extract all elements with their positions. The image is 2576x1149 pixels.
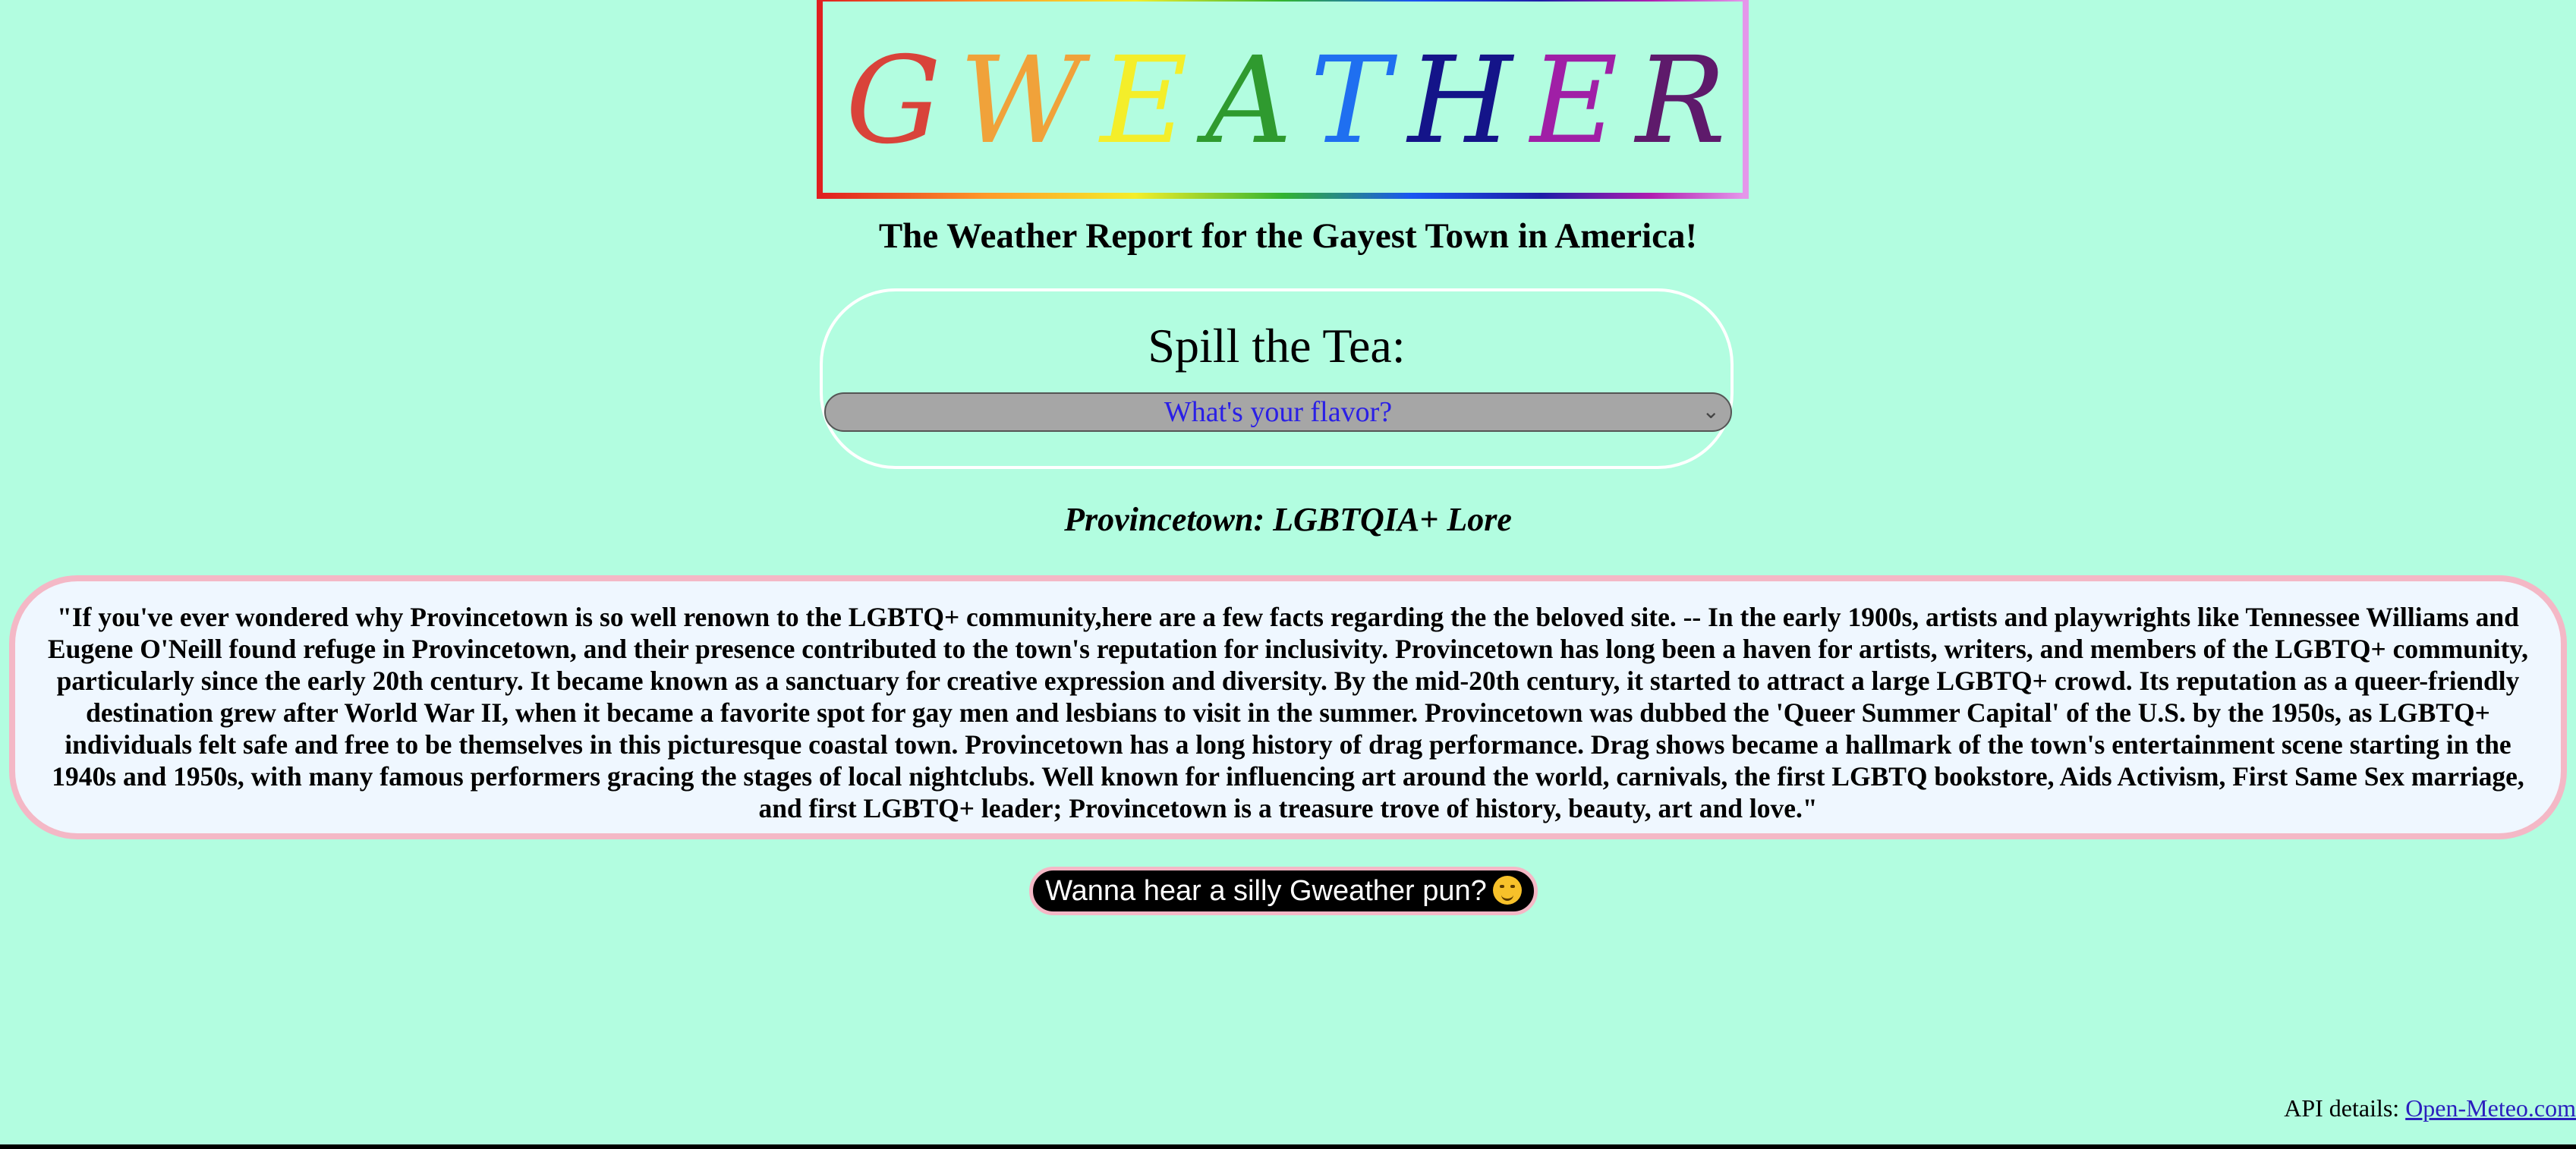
pun-button[interactable]: Wanna hear a silly Gweather pun?	[1029, 867, 1538, 915]
logo-banner: G W E A T H E R	[817, 0, 1749, 199]
flavor-select[interactable]: What's your flavor? ⌄	[824, 392, 1732, 432]
logo-letter: G	[846, 31, 942, 171]
pun-button-label: Wanna hear a silly Gweather pun?	[1045, 875, 1487, 907]
logo-letter: T	[1310, 31, 1390, 171]
logo-letter: E	[1530, 31, 1618, 171]
api-label: API details:	[2284, 1094, 2406, 1122]
logo-letter: E	[1100, 31, 1188, 171]
shushing-face-emoji-icon	[1492, 876, 1522, 905]
logo-letter: A	[1205, 31, 1293, 171]
page-tagline: The Weather Report for the Gayest Town i…	[878, 216, 1698, 256]
logo-letter: R	[1636, 31, 1726, 171]
lore-title: Provincetown: LGBTQIA+ Lore	[1064, 501, 1512, 538]
flavor-panel: Spill the Tea: What's your flavor? ⌄	[820, 288, 1734, 469]
api-link[interactable]: Open-Meteo.com	[2405, 1094, 2576, 1122]
flavor-label: Spill the Tea:	[1148, 319, 1406, 373]
lore-text: "If you've ever wondered why Provincetow…	[47, 602, 2529, 823]
logo-letter: H	[1407, 31, 1513, 171]
lore-panel: "If you've ever wondered why Provincetow…	[9, 575, 2567, 839]
api-footer: API details: Open-Meteo.com	[2284, 1093, 2576, 1123]
flavor-select-value: What's your flavor?	[1164, 396, 1393, 428]
bottom-divider	[0, 1144, 2576, 1149]
logo-letter: W	[959, 31, 1083, 171]
chevron-down-icon: ⌄	[1702, 400, 1720, 423]
